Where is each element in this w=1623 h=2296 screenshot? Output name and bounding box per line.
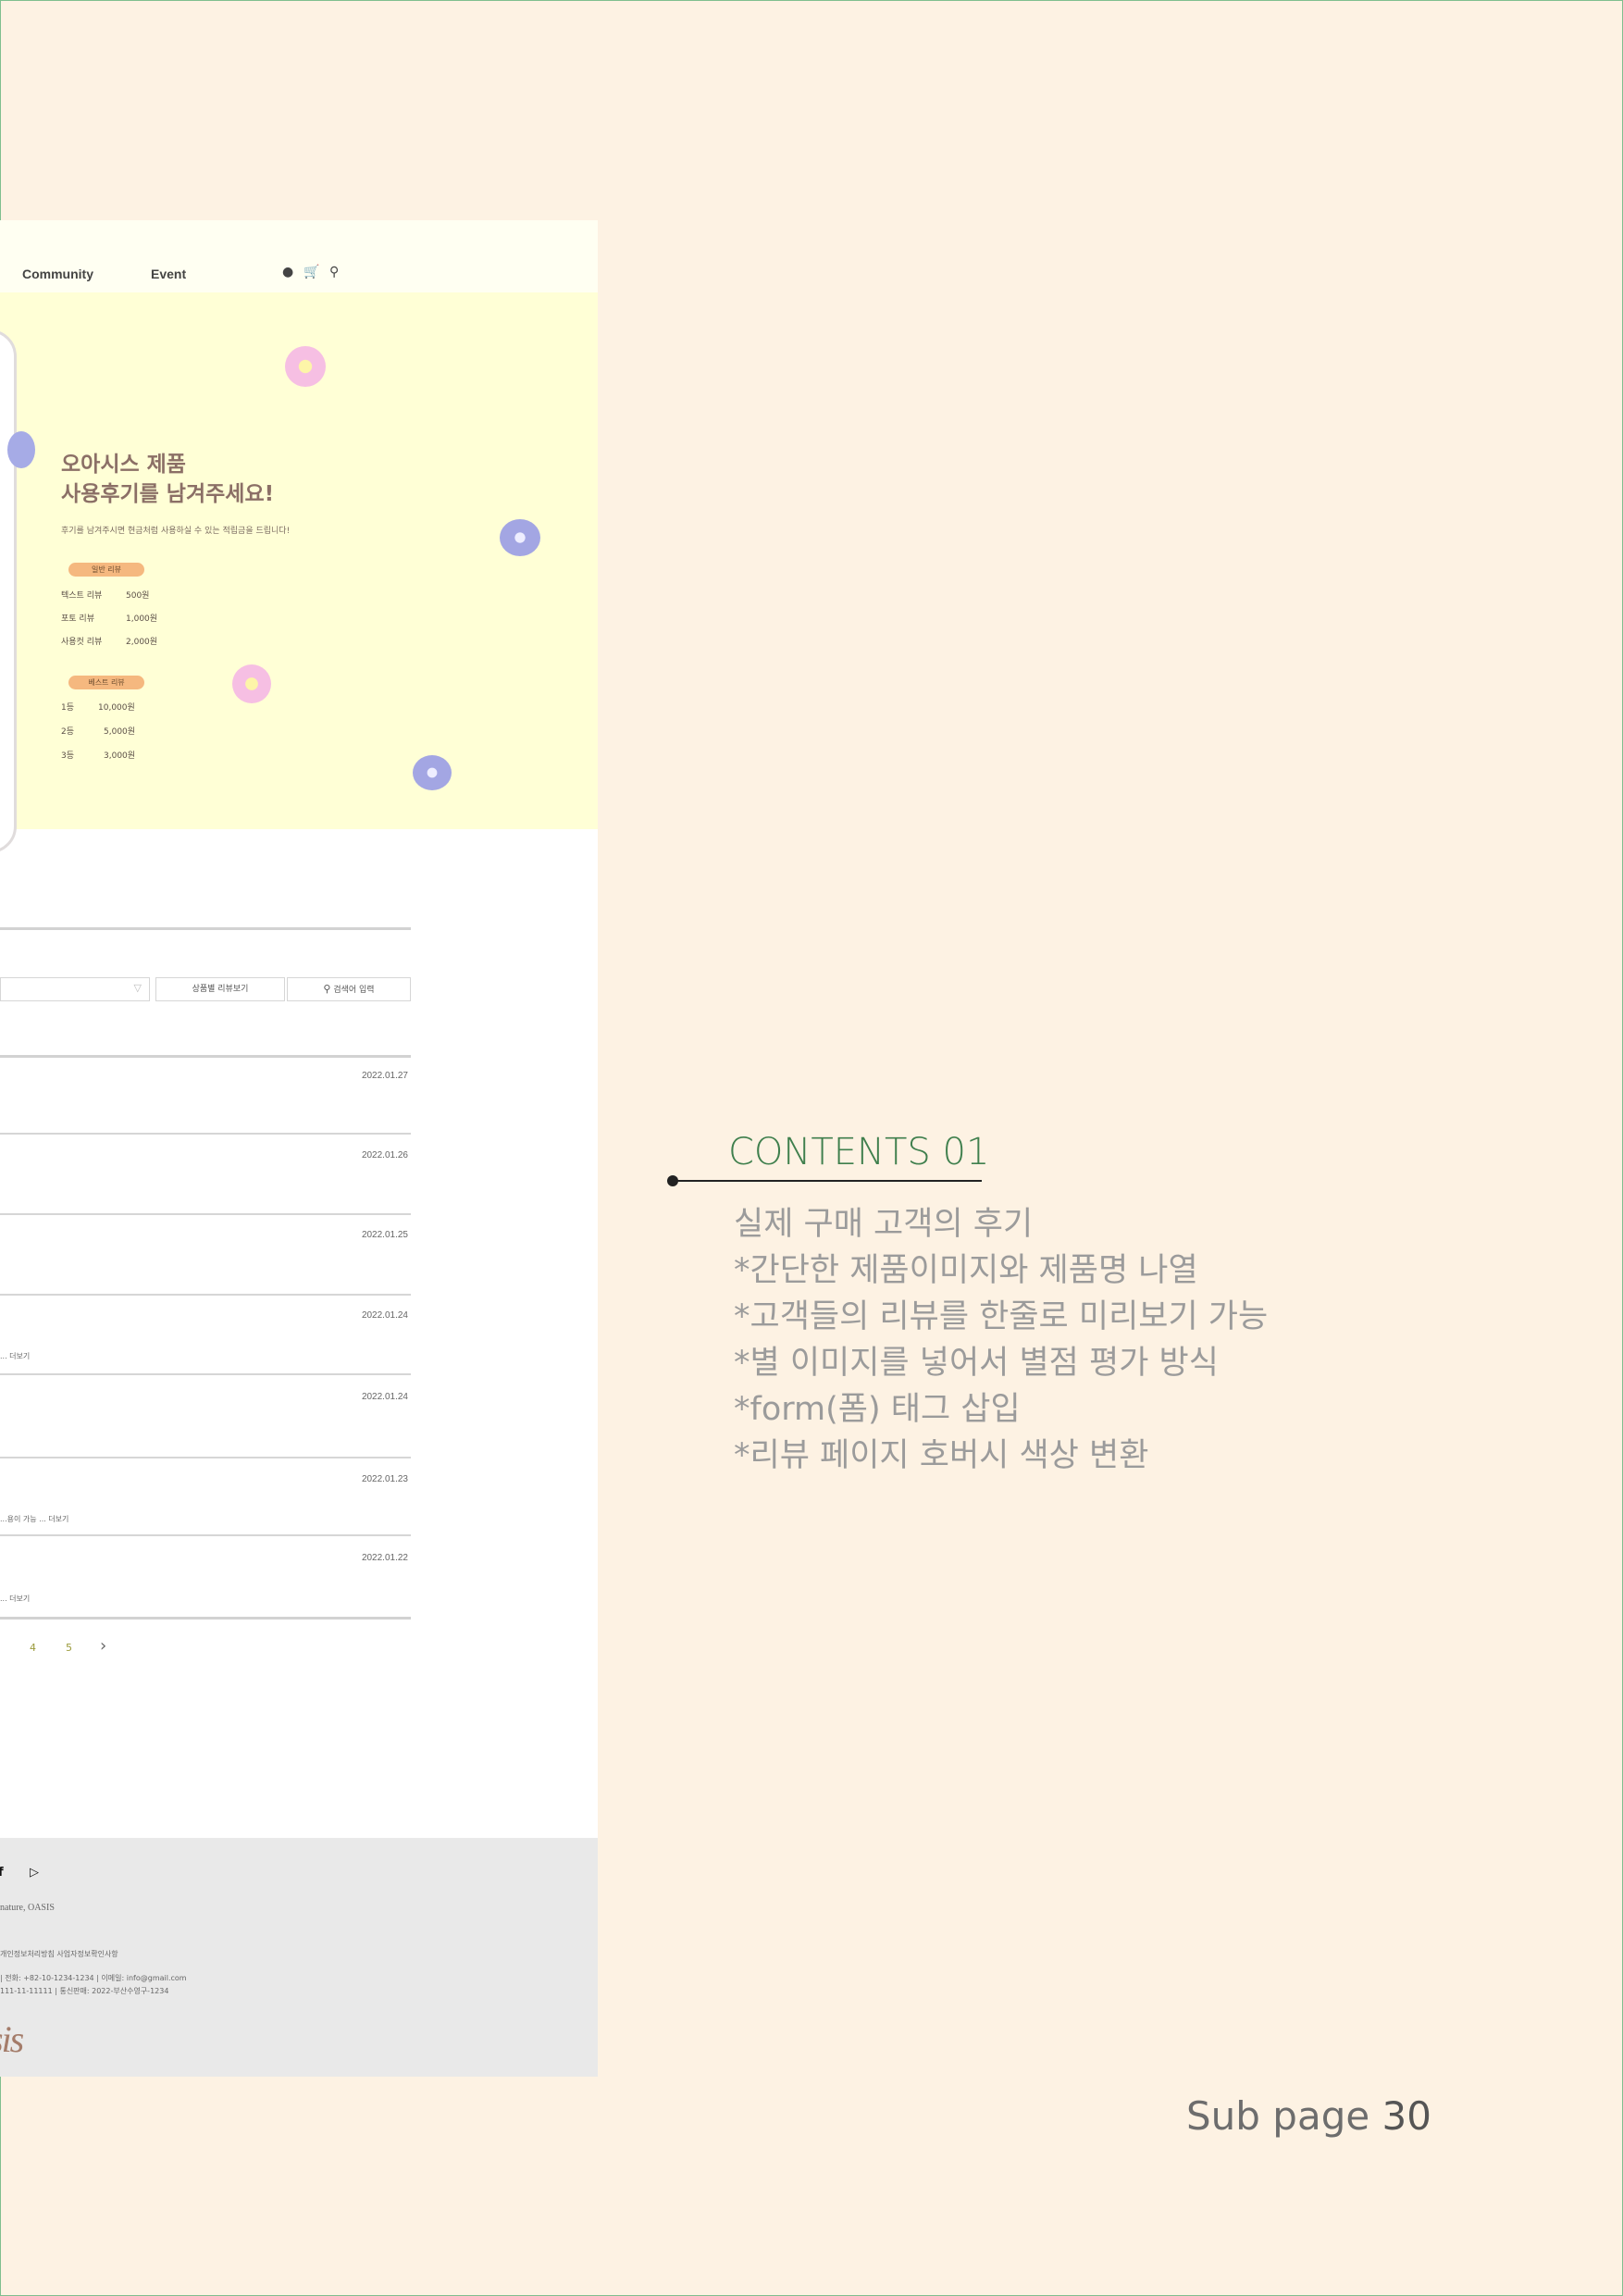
pagination-page-5[interactable]: 5 bbox=[66, 1642, 72, 1654]
blue-flower-icon bbox=[500, 519, 540, 556]
banner-description: 후기를 남겨주시면 현금처럼 사용하실 수 있는 적립금을 드립니다! bbox=[61, 527, 291, 536]
chevron-down-icon: ▽ bbox=[133, 982, 142, 994]
review-date: 2022.01.24 bbox=[361, 1310, 408, 1321]
review-snippet[interactable]: ...용이 가능 ... 더보기 bbox=[0, 1514, 68, 1524]
nav-community[interactable]: Community bbox=[22, 267, 93, 281]
blue-flower-icon bbox=[7, 431, 35, 468]
banner-title: 오아시스 제품 사용후기를 남겨주세요! bbox=[61, 453, 275, 506]
product-select-dropdown[interactable]: ▽ bbox=[0, 977, 150, 1001]
table-row-divider bbox=[0, 1534, 411, 1536]
site-footer: f ▷ nature, OASIS 개인정보처리방침 사업자정보확인사항 | 전… bbox=[0, 1838, 598, 2077]
cart-icon[interactable]: 🛒 bbox=[304, 265, 319, 279]
contents-underline bbox=[673, 1180, 982, 1182]
table-row-divider bbox=[0, 1294, 411, 1296]
blue-flower-icon bbox=[413, 755, 452, 790]
review-event-banner: 오아시스 제품 사용후기를 남겨주세요! 후기를 남겨주시면 현금처럼 사용하실… bbox=[0, 292, 598, 853]
website-mockup: Community Event ● 🛒 ⚲ 오아시스 제품 사용후기를 남겨주세… bbox=[0, 220, 598, 2077]
page-number: 30 bbox=[1381, 2093, 1431, 2139]
pagination-page-4[interactable]: 4 bbox=[30, 1642, 36, 1654]
pink-flower-icon bbox=[232, 664, 271, 703]
reward-row: 2등 5,000원 bbox=[61, 727, 136, 737]
site-nav-bar: Community Event ● 🛒 ⚲ bbox=[0, 220, 598, 292]
reward-row: 1등 10,000원 bbox=[61, 703, 135, 713]
review-date: 2022.01.22 bbox=[361, 1553, 408, 1563]
board-bottom-divider bbox=[0, 1617, 411, 1620]
nav-event[interactable]: Event bbox=[151, 267, 186, 281]
reward-row: 사용컷 리뷰 2,000원 bbox=[61, 638, 158, 647]
footer-contact: | 전화: +82-10-1234-1234 | 이메일: info@gmail… bbox=[0, 1974, 187, 1982]
contents-item: *간단한 제품이미지와 제품명 나열 bbox=[734, 1252, 1198, 1289]
page-number-label: Sub page 30 bbox=[1186, 2093, 1431, 2139]
table-row-divider bbox=[0, 1457, 411, 1458]
contents-item: *리뷰 페이지 호버시 색상 변환 bbox=[734, 1437, 1149, 1474]
reward-row: 텍스트 리뷰 500원 bbox=[61, 591, 150, 601]
footer-brand: nature, OASIS bbox=[0, 1903, 55, 1913]
contents-description-list: 실제 구매 고객의 후기 *간단한 제품이미지와 제품명 나열 *고객들의 리뷰… bbox=[734, 1201, 1268, 1479]
user-icon[interactable]: ● bbox=[282, 265, 293, 279]
contents-item: *form(폼) 태그 삽입 bbox=[734, 1391, 1021, 1428]
table-row-divider bbox=[0, 1373, 411, 1375]
review-date: 2022.01.25 bbox=[361, 1230, 408, 1240]
oasis-logo: sis bbox=[0, 2018, 24, 2060]
table-row-divider bbox=[0, 1133, 411, 1135]
footer-business-info: 111-11-11111 | 통신판매: 2022-부산수영구-1234 bbox=[0, 1987, 169, 1995]
facebook-icon[interactable]: f bbox=[0, 1866, 4, 1880]
general-review-badge: 일반 리뷰 bbox=[68, 563, 144, 577]
review-snippet[interactable]: ... 더보기 bbox=[0, 1351, 30, 1361]
review-date: 2022.01.27 bbox=[361, 1071, 408, 1081]
search-icon[interactable]: ⚲ bbox=[329, 265, 339, 279]
review-snippet[interactable]: ... 더보기 bbox=[0, 1594, 30, 1604]
search-icon: ⚲ bbox=[323, 983, 331, 995]
footer-links[interactable]: 개인정보처리방침 사업자정보확인사항 bbox=[0, 1949, 118, 1959]
contents-item: *고객들의 리뷰를 한줄로 미리보기 가능 bbox=[734, 1298, 1269, 1335]
product-review-button[interactable]: 상품별 리뷰보기 bbox=[155, 977, 285, 1001]
review-date: 2022.01.23 bbox=[361, 1474, 408, 1484]
contents-item: *별 이미지를 넣어서 별점 평가 방식 bbox=[734, 1345, 1219, 1382]
reward-row: 포토 리뷰 1,000원 bbox=[61, 614, 158, 624]
pink-flower-icon bbox=[285, 346, 326, 387]
search-button[interactable]: ⚲ 검색어 입력 bbox=[287, 977, 411, 1001]
board-top-divider bbox=[0, 927, 411, 930]
contents-title: CONTENTS 01 bbox=[728, 1131, 990, 1173]
contents-item: 실제 구매 고객의 후기 bbox=[734, 1206, 1034, 1243]
chevron-right-icon[interactable]: › bbox=[100, 1636, 106, 1656]
table-header-divider bbox=[0, 1055, 411, 1058]
best-review-badge: 베스트 리뷰 bbox=[68, 676, 144, 689]
phone-mockup-edge bbox=[0, 329, 17, 853]
reward-row: 3등 3,000원 bbox=[61, 751, 136, 761]
review-date: 2022.01.24 bbox=[361, 1392, 408, 1402]
youtube-icon[interactable]: ▷ bbox=[30, 1866, 39, 1880]
table-row-divider bbox=[0, 1213, 411, 1215]
review-date: 2022.01.26 bbox=[361, 1150, 408, 1160]
